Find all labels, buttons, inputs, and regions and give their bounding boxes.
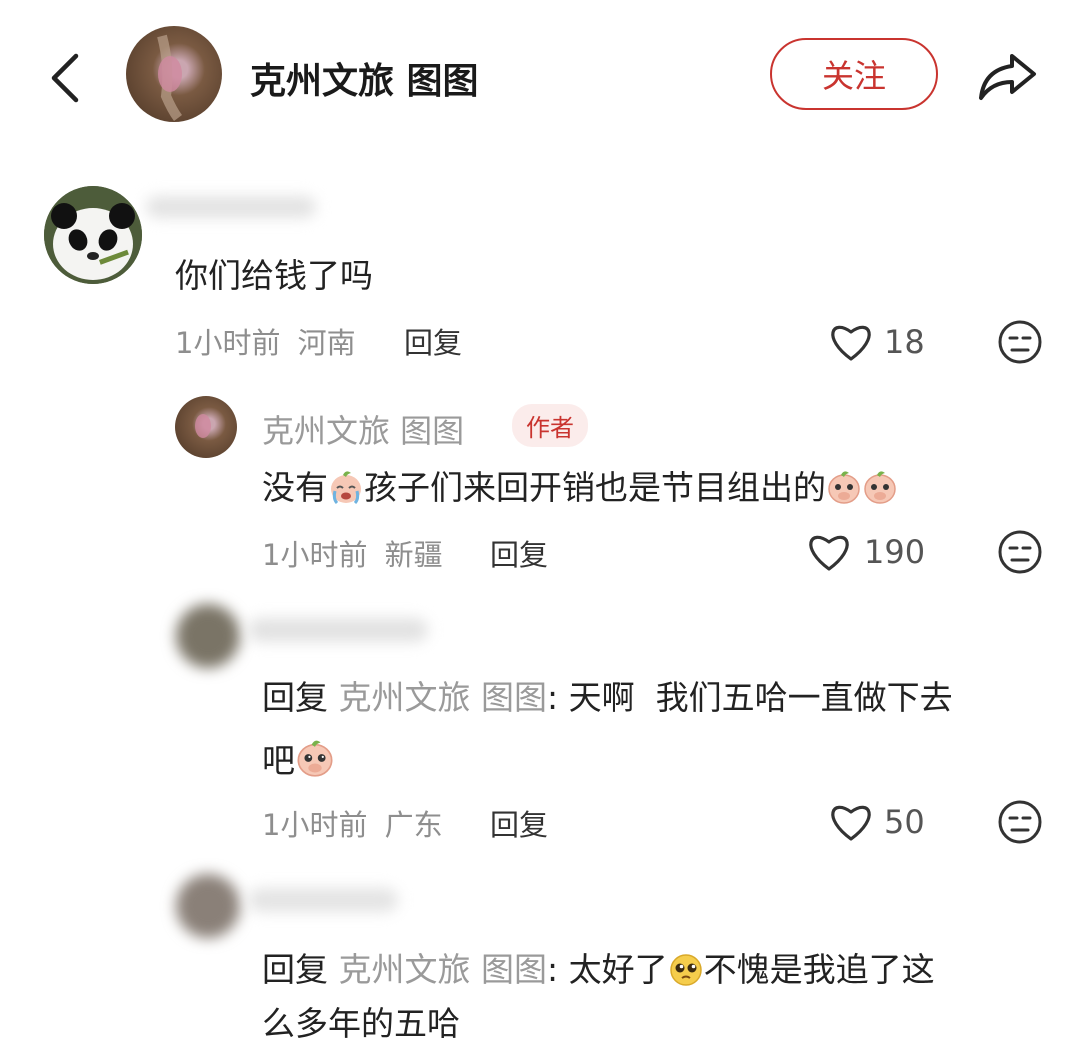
follow-button[interactable]: 关注 <box>770 38 938 110</box>
pleading-face-emoji <box>669 951 703 987</box>
heart-icon <box>806 532 852 572</box>
comment-text-part: 不愧是我追了这 <box>703 950 935 989</box>
like-button[interactable]: 18 <box>828 320 925 364</box>
peach-emoji <box>827 469 861 505</box>
comment-meta: 1小时前 广东 <box>262 802 443 844</box>
dislike-face-icon[interactable] <box>996 528 1044 576</box>
reply-colon: : <box>547 678 559 717</box>
reply-button[interactable]: 回复 <box>490 802 548 844</box>
avatar[interactable] <box>176 874 240 938</box>
reply-colon: : <box>547 950 559 989</box>
comment-meta: 1小时前 新疆 <box>262 532 443 574</box>
username-redacted <box>248 618 428 642</box>
reply-button[interactable]: 回复 <box>404 320 462 362</box>
comment-location: 新疆 <box>384 538 443 572</box>
peach-emoji <box>296 738 334 778</box>
share-icon[interactable] <box>976 52 1038 102</box>
comment-text-part: 太好了 <box>568 950 668 989</box>
like-button[interactable]: 50 <box>828 800 925 844</box>
heart-icon <box>828 322 874 362</box>
crying-face-emoji <box>329 469 363 505</box>
avatar[interactable] <box>44 186 142 284</box>
username-redacted <box>146 196 316 218</box>
comment-time: 1小时前 <box>262 808 368 842</box>
comment-text-continued: 么多年的五哈 <box>262 1004 460 1044</box>
comment-text-part: 么多年的五哈 <box>262 1004 460 1043</box>
heart-icon <box>828 802 874 842</box>
peach-emoji <box>863 469 897 505</box>
comment-text-part: 天啊 我们五哈一直做下去 <box>568 678 953 717</box>
reply-prefix: 回复 <box>262 678 328 717</box>
dislike-face-icon[interactable] <box>996 798 1044 846</box>
back-chevron-icon[interactable] <box>44 52 88 104</box>
comment-text-part: 吧 <box>262 741 295 780</box>
avatar[interactable] <box>175 396 237 458</box>
comment-text: 回复 克州文旅 图图: 太好了 不愧是我追了这 <box>262 950 935 990</box>
comment-text-part: 孩子们来回开销也是节目组出的 <box>364 468 826 507</box>
like-count: 190 <box>864 533 926 571</box>
reply-button[interactable]: 回复 <box>490 532 548 574</box>
author-badge: 作者 <box>512 404 588 447</box>
avatar[interactable] <box>176 604 240 668</box>
reply-prefix: 回复 <box>262 950 328 989</box>
comment-meta: 1小时前 河南 <box>175 320 356 362</box>
comment-time: 1小时前 <box>175 326 281 360</box>
comment-location: 广东 <box>384 808 443 842</box>
comment-time: 1小时前 <box>262 538 368 572</box>
comment-text: 你们给钱了吗 <box>175 256 373 295</box>
comment-text: 回复 克州文旅 图图: 天啊 我们五哈一直做下去 <box>262 678 953 718</box>
follow-button-label: 关注 <box>821 57 886 95</box>
reply-mention[interactable]: 克州文旅 图图 <box>339 678 548 717</box>
like-count: 18 <box>884 323 925 361</box>
like-count: 50 <box>884 803 925 841</box>
reply-mention[interactable]: 克州文旅 图图 <box>339 950 548 989</box>
comment-text: 没有 孩子们来回开销也是节目组出的 <box>262 468 898 508</box>
comment-location: 河南 <box>297 326 356 360</box>
like-button[interactable]: 190 <box>806 530 925 574</box>
comment-text-part: 没有 <box>262 468 328 507</box>
username-redacted <box>248 888 398 912</box>
page-title: 克州文旅 图图 <box>250 61 479 102</box>
account-avatar[interactable] <box>126 26 222 122</box>
comment-text-continued: 吧 <box>262 738 335 781</box>
comment-author[interactable]: 克州文旅 图图 <box>262 406 464 452</box>
dislike-face-icon[interactable] <box>996 318 1044 366</box>
